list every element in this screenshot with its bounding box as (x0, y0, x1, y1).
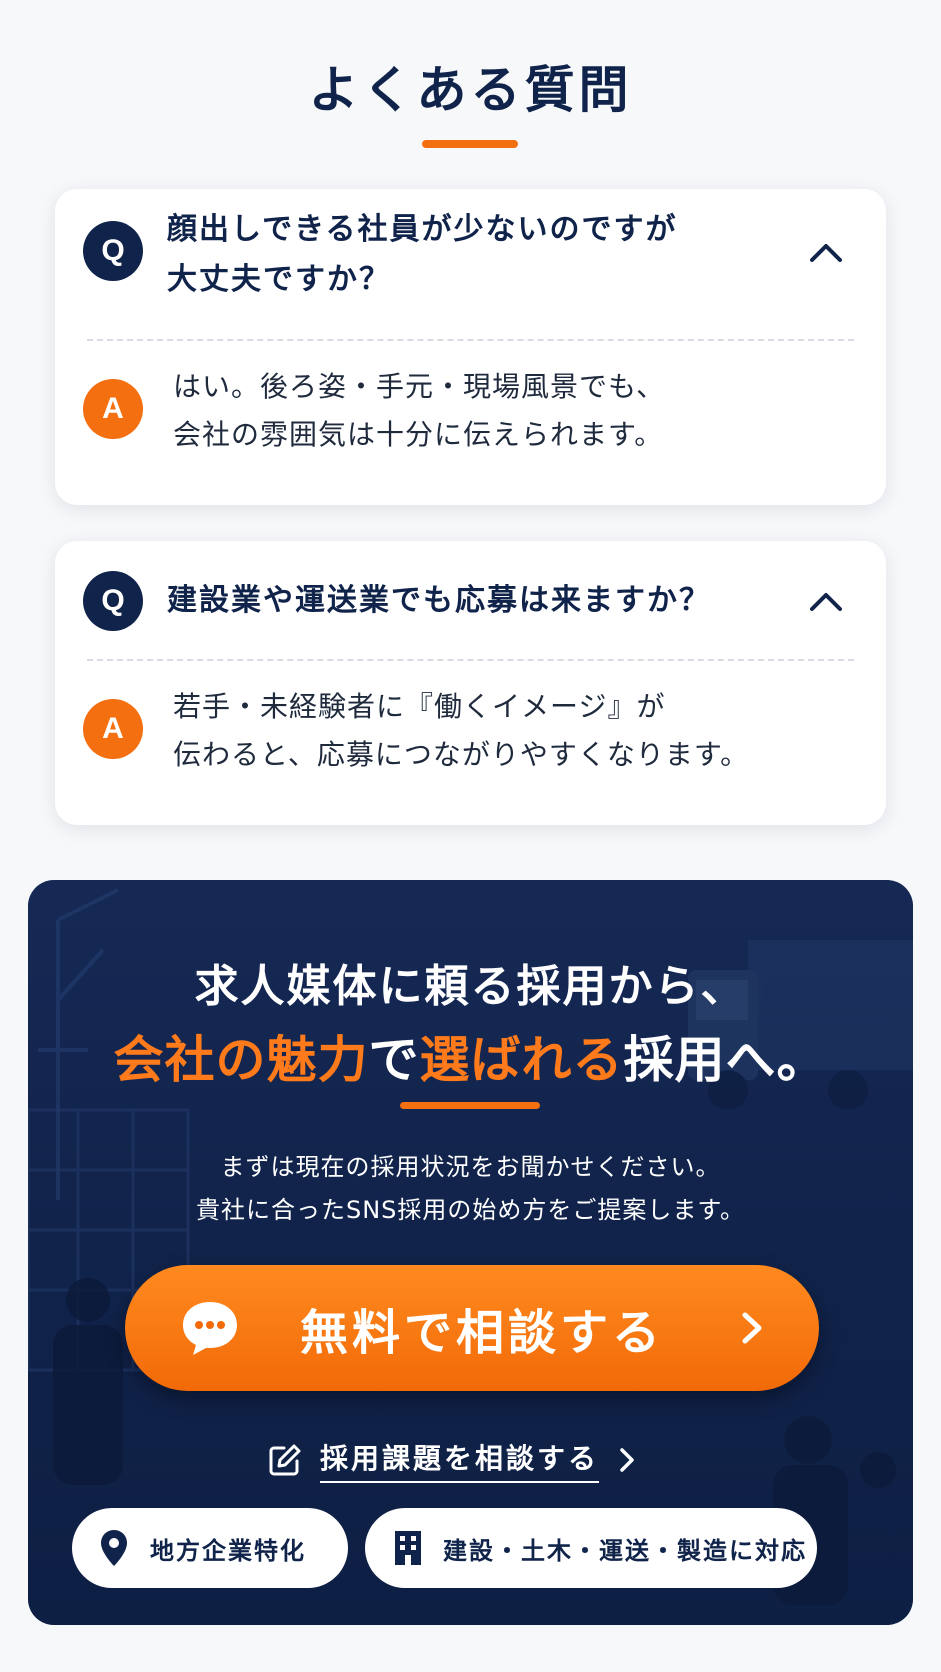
divider (87, 339, 854, 341)
answer-text: 若手・未経験者に『働くイメージ』が 伝わると、応募につながりやすくなります。 (173, 683, 749, 779)
question-badge: Q (83, 571, 143, 631)
cta-underline (400, 1102, 540, 1109)
tag-industries: 建設・土木・運送・製造に対応 (365, 1508, 817, 1588)
cta-headline-2: 会社の魅力で選ばれる採用へ。 (28, 1020, 913, 1092)
answer-badge: A (83, 379, 143, 439)
question-badge: Q (83, 221, 143, 281)
answer-line: 若手・未経験者に『働くイメージ』が (173, 690, 666, 723)
faq-question-1[interactable]: Q 顔出しできる社員が少ないのですが 大丈夫ですか？ (55, 189, 886, 319)
consult-issue-link[interactable]: 採用課題を相談する (268, 1435, 637, 1485)
link-label: 採用課題を相談する (320, 1437, 600, 1483)
cta-headline-1: 求人媒体に頼る採用から、 (194, 961, 747, 1012)
answer-badge: A (83, 699, 143, 759)
answer-line: 伝わると、応募につながりやすくなります。 (173, 738, 750, 771)
divider (87, 659, 854, 661)
cta-description-line: まずは現在の採用状況をお聞かせください。 (220, 1153, 721, 1181)
free-consultation-button[interactable]: 無料で相談する (125, 1265, 819, 1391)
chevron-right-icon (742, 1312, 762, 1344)
button-label: 無料で相談する (299, 1305, 664, 1361)
headline-accent: 会社の魅力 (113, 1031, 369, 1089)
tag-label: 建設・土木・運送・製造に対応 (443, 1536, 807, 1565)
tag-label: 地方企業特化 (150, 1536, 306, 1565)
question-line: 大丈夫ですか？ (167, 262, 391, 297)
tag-regional: 地方企業特化 (72, 1508, 348, 1588)
chevron-up-icon[interactable] (808, 234, 844, 270)
chevron-up-icon[interactable] (808, 583, 844, 619)
faq-item-2: Q 建設業や運送業でも応募は来ますか？ A 若手・未経験者に『働くイメージ』が … (55, 541, 886, 825)
cta-panel: 求人媒体に頼る採用から、 会社の魅力で選ばれる採用へ。 まずは現在の採用状況をお… (28, 880, 913, 1625)
question-text: 建設業や運送業でも応募は来ますか？ (167, 583, 711, 618)
faq-answer-2: A 若手・未経験者に『働くイメージ』が 伝わると、応募につながりやすくなります。 (55, 669, 886, 809)
headline-text: 採用へ。 (623, 1031, 828, 1089)
faq-title: よくある質問 (308, 61, 633, 119)
question-text: 顔出しできる社員が少ないのですが 大丈夫ですか？ (167, 205, 678, 305)
headline-text: で (368, 1031, 420, 1089)
chevron-right-icon (620, 1448, 634, 1472)
answer-line: 会社の雰囲気は十分に伝えられます。 (173, 418, 664, 451)
headline-accent: 選ばれる (419, 1031, 624, 1089)
faq-question-2[interactable]: Q 建設業や運送業でも応募は来ますか？ (55, 541, 886, 641)
answer-line: はい。後ろ姿・手元・現場風景でも、 (173, 370, 666, 403)
location-pin-icon (101, 1530, 127, 1566)
edit-icon (269, 1444, 301, 1476)
building-icon (395, 1531, 421, 1565)
faq-item-1: Q 顔出しできる社員が少ないのですが 大丈夫ですか？ A はい。後ろ姿・手元・現… (55, 189, 886, 505)
faq-answer-1: A はい。後ろ姿・手元・現場風景でも、 会社の雰囲気は十分に伝えられます。 (55, 349, 886, 489)
answer-text: はい。後ろ姿・手元・現場風景でも、 会社の雰囲気は十分に伝えられます。 (173, 363, 665, 459)
title-underline (422, 140, 518, 148)
question-line: 顔出しできる社員が少ないのですが (167, 212, 678, 247)
cta-description-line: 貴社に合ったSNS採用の始め方をご提案します。 (195, 1196, 746, 1224)
